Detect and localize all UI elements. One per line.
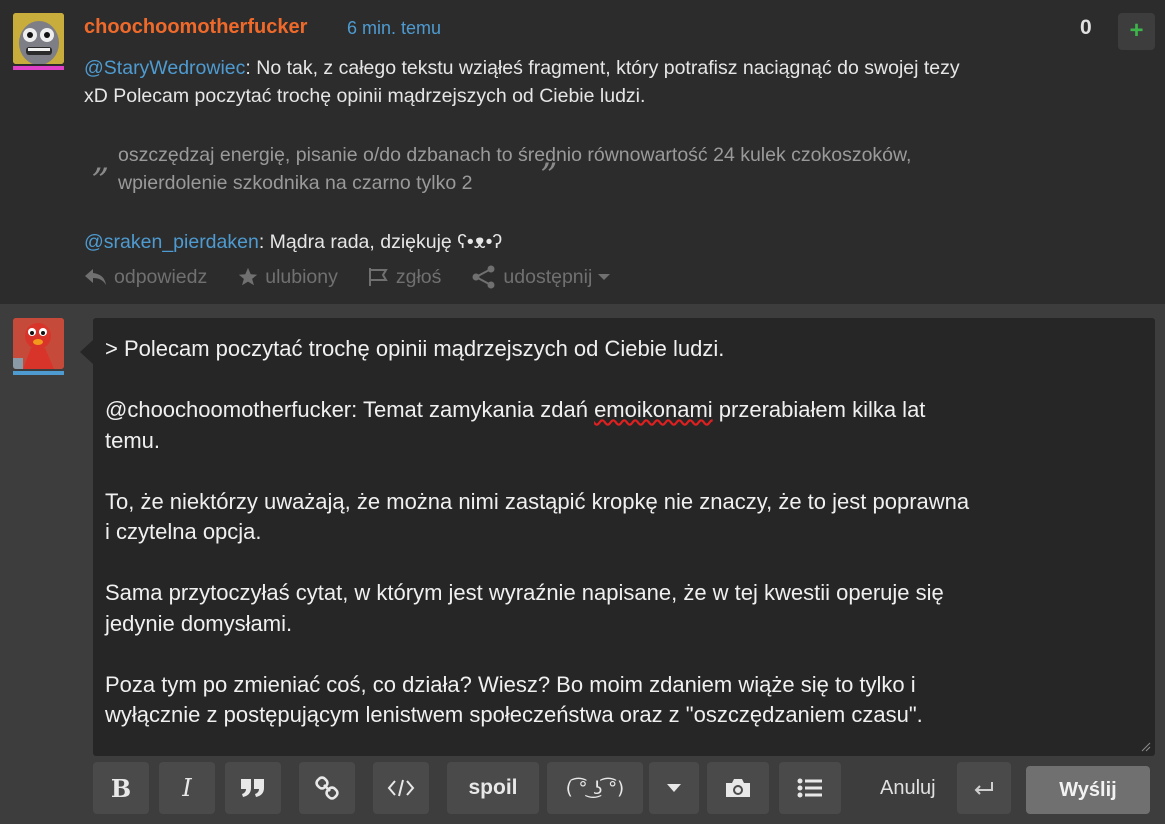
star-icon — [239, 267, 258, 286]
share-action[interactable]: udostępnij — [471, 265, 618, 289]
italic-button[interactable]: I — [159, 762, 215, 814]
comment: choochoomotherfucker 6 min. temu 0 + @St… — [0, 0, 1165, 304]
author-gender-bar — [13, 66, 64, 70]
editor-pointer — [80, 340, 93, 364]
editor-toolbar: B I spoil ( ͡° ͜ʖ ͡°) Anuluj Wyślij — [93, 762, 1155, 814]
reply-form: > Polecam poczytać trochę opinii mądrzej… — [0, 304, 1165, 824]
enter-icon — [974, 782, 993, 795]
upvote-button[interactable]: + — [1118, 13, 1155, 50]
vote-count: 0 — [1080, 16, 1092, 39]
reply-textarea[interactable]: > Polecam poczytać trochę opinii mądrzej… — [93, 318, 1155, 756]
caret-down-icon — [598, 274, 611, 280]
flag-icon — [368, 268, 388, 286]
blockquote: oszczędzaj energię, pisanie o/do dzbanac… — [118, 144, 912, 194]
camera-icon — [726, 779, 750, 797]
resize-grip-icon[interactable] — [1141, 742, 1151, 752]
code-button[interactable] — [373, 762, 429, 814]
author-avatar[interactable] — [13, 13, 64, 64]
mention-link[interactable]: @sraken_pierdaken — [84, 231, 259, 253]
bold-button[interactable]: B — [93, 762, 149, 814]
quote-close-icon: ” — [540, 156, 558, 196]
caret-down-icon — [667, 784, 681, 792]
mention-link[interactable]: @StaryWedrowiec — [84, 57, 245, 79]
send-button[interactable]: Wyślij — [1026, 766, 1150, 814]
comment-time[interactable]: 6 min. temu — [347, 18, 441, 39]
misspelled-word: emoikonami — [594, 397, 713, 422]
lenny-dropdown-button[interactable] — [649, 762, 699, 814]
author-name[interactable]: choochoomotherfucker — [84, 16, 307, 39]
comment-paragraph-2: @sraken_pierdaken: Mądra rada, dziękuję … — [84, 231, 503, 253]
comment-actions: odpowiedz ulubiony zgłoś udostępnij — [84, 262, 648, 292]
spoiler-button[interactable]: spoil — [447, 762, 539, 814]
add-photo-button[interactable] — [707, 762, 769, 814]
list-icon — [797, 778, 822, 798]
link-button[interactable] — [299, 762, 355, 814]
link-icon — [315, 776, 339, 800]
quote-button[interactable] — [225, 762, 281, 814]
reply-icon — [85, 269, 106, 285]
comment-paragraph-1: @StaryWedrowiec: No tak, z całego tekstu… — [84, 57, 960, 107]
favorite-action[interactable]: ulubiony — [237, 266, 338, 289]
reply-action[interactable]: odpowiedz — [84, 266, 207, 289]
report-action[interactable]: zgłoś — [368, 266, 441, 289]
cancel-button[interactable]: Anuluj — [880, 762, 936, 814]
user-avatar[interactable] — [13, 318, 64, 369]
submit-on-enter-toggle[interactable] — [957, 762, 1011, 814]
code-icon — [387, 779, 415, 797]
list-button[interactable] — [779, 762, 841, 814]
quote-open-icon: „ — [92, 140, 110, 180]
lenny-face-button[interactable]: ( ͡° ͜ʖ ͡°) — [547, 762, 643, 814]
user-gender-bar — [13, 371, 64, 375]
quote-icon — [241, 779, 264, 797]
share-icon — [472, 265, 495, 289]
